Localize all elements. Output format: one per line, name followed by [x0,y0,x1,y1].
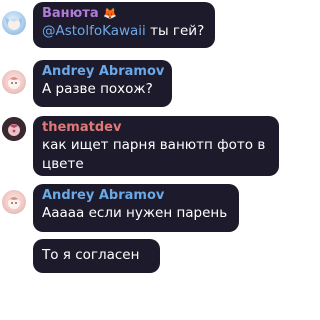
message-andrey-3: То я согласен [0,239,294,273]
message-text: Ааааа если нужен парень [42,205,228,221]
message-text: То я согласен [42,247,140,263]
message-bubble: Andrey Abramov А разве похож? [33,60,172,107]
anime-avatar-pink-icon [7,77,21,89]
message-bubble: Ванюта 🦊 @AstolfoKawaii ты гей? [33,2,215,48]
message-andrey-2: Andrey Abramov Ааааа если нужен парень [0,184,294,232]
message-andrey-1: Andrey Abramov А разве похож? [0,60,294,110]
sender-name[interactable]: thematdev [42,120,270,136]
avatar-andrey[interactable] [2,70,26,94]
fox-badge-icon: 🦊 [103,7,117,20]
avatar-andrey[interactable] [2,190,26,214]
message-bubble: То я согласен [33,239,160,273]
avatar-vanyuta[interactable] [2,11,26,35]
sender-name[interactable]: Ванюта 🦊 [42,6,206,22]
message-vanyuta: Ванюта 🦊 @AstolfoKawaii ты гей? [0,2,294,50]
message-thematdev: thematdev как ищет парня ванютп фото в ц… [0,116,294,176]
sender-name[interactable]: Andrey Abramov [42,188,230,204]
message-text: как ищет парня ванютп фото в цвете [42,137,266,172]
message-text: А разве похож? [42,81,153,97]
avatar-thematdev[interactable] [2,117,26,141]
anime-avatar-dark-icon [2,117,26,141]
mention-link[interactable]: @AstolfoKawaii [42,23,146,39]
message-text: @AstolfoKawaii ты гей? [42,23,205,39]
sender-name[interactable]: Andrey Abramov [42,64,164,80]
anime-avatar-pink-icon [7,197,21,209]
anime-avatar-blue-icon [5,17,23,30]
message-bubble: thematdev как ищет парня ванютп фото в ц… [33,116,279,176]
message-bubble: Andrey Abramov Ааааа если нужен парень [33,184,239,232]
